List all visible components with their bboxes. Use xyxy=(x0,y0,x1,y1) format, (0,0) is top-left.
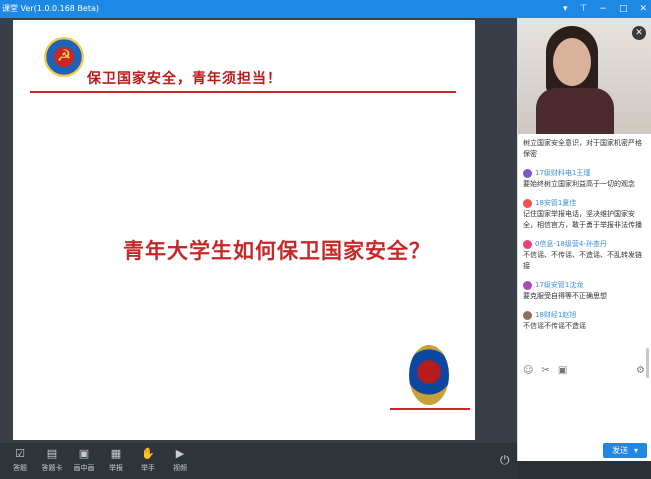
send-button[interactable]: 发送 ▾ xyxy=(603,443,647,458)
chat-message: 17级安管1沈龙 要克服受自得等不正确思想 xyxy=(523,281,607,300)
close-button[interactable]: ✕ xyxy=(639,0,647,18)
tool-video[interactable]: ▶ 视频 xyxy=(166,447,194,473)
tool-pip[interactable]: ▣ 画中画 xyxy=(70,447,98,473)
scissors-icon[interactable]: ✂ xyxy=(541,365,549,376)
window-title: 课堂 Ver(1.0.0.168 Beta) xyxy=(2,4,100,13)
slide: ☭ 保卫国家安全，青年须担当！ 青年大学生如何保卫国家安全？ xyxy=(13,20,475,440)
chat-message: 0信息-18级营4-孙查丹 不信谣、不传谣、不造谣、不乱转发链接 xyxy=(523,240,642,270)
chat-list: 树立国家安全意识，对于国家机密严格保密 17级财科电1王瑾 要始终树立国家利益高于… xyxy=(523,138,645,340)
chat-message: 17级财科电1王瑾 要始终树立国家利益高于一切的观念 xyxy=(523,169,635,188)
emblem-icon: ☭ xyxy=(44,37,84,77)
tool-report[interactable]: ▦ 举报 xyxy=(102,447,130,473)
window-controls: ▾ ⊤ − □ ✕ xyxy=(563,0,647,18)
maximize-button[interactable]: □ xyxy=(619,0,628,18)
image-icon[interactable]: ▣ xyxy=(558,365,567,376)
hand-icon: ✋ xyxy=(141,447,155,460)
avatar xyxy=(523,311,532,320)
chat-message: 18财经1赵旭 不信谣不传谣不造谣 xyxy=(523,311,586,330)
dropdown-icon[interactable]: ▾ xyxy=(563,0,568,18)
bottom-toolbar: ☑ 答题 ▤ 答题卡 ▣ 画中画 ▦ 举报 ✋ 举手 ▶ 视频 ⏻ xyxy=(0,443,517,479)
slide-divider xyxy=(30,91,456,93)
checklist-icon: ☑ xyxy=(15,447,25,460)
close-icon[interactable]: ✕ xyxy=(632,26,646,40)
minimize-button[interactable]: − xyxy=(599,0,607,18)
chat-scrollbar[interactable] xyxy=(646,348,649,378)
chat-message: 18安管1夏佳 记住国家举报电话，坚决维护国家安全，相信官方，敢于勇于举报非法传播 xyxy=(523,199,642,229)
video-icon: ▶ xyxy=(175,447,185,460)
tool-answer-card[interactable]: ▤ 答题卡 xyxy=(38,447,66,473)
settings-icon[interactable]: ⚙ xyxy=(636,365,645,376)
avatar xyxy=(523,199,532,208)
slide-headline: 青年大学生如何保卫国家安全？ xyxy=(123,239,431,263)
avatar xyxy=(523,281,532,290)
pin-icon[interactable]: ⊤ xyxy=(580,0,588,18)
badge-icon xyxy=(409,345,449,405)
card-icon: ▤ xyxy=(46,447,58,460)
slide-slogan: 保卫国家安全，青年须担当！ xyxy=(87,71,282,87)
chat-message: 树立国家安全意识，对于国家机密严格保密 xyxy=(523,139,642,158)
tool-answer[interactable]: ☑ 答题 xyxy=(6,447,34,473)
avatar xyxy=(523,240,532,249)
tool-raise-hand[interactable]: ✋ 举手 xyxy=(134,447,162,473)
avatar xyxy=(523,169,532,178)
side-panel: ✕ 树立国家安全意识，对于国家机密严格保密 17级财科电1王瑾 要始终树立国家利益… xyxy=(517,18,651,461)
webcam-view: ✕ xyxy=(518,18,651,134)
presentation-area: ☭ 保卫国家安全，青年须担当！ 青年大学生如何保卫国家安全？ ☑ 答题 ▤ 答题卡 … xyxy=(0,18,517,479)
chat-input-toolbar: ☺ ✂ ▣ ⚙ xyxy=(523,363,645,377)
chevron-down-icon[interactable]: ▾ xyxy=(634,443,638,458)
emoji-icon[interactable]: ☺ xyxy=(523,365,533,376)
report-icon: ▦ xyxy=(110,447,122,460)
pip-icon: ▣ xyxy=(78,447,90,460)
title-bar: 课堂 Ver(1.0.0.168 Beta) ▾ ⊤ − □ ✕ xyxy=(0,0,651,18)
slide-divider-bottom xyxy=(390,408,470,410)
